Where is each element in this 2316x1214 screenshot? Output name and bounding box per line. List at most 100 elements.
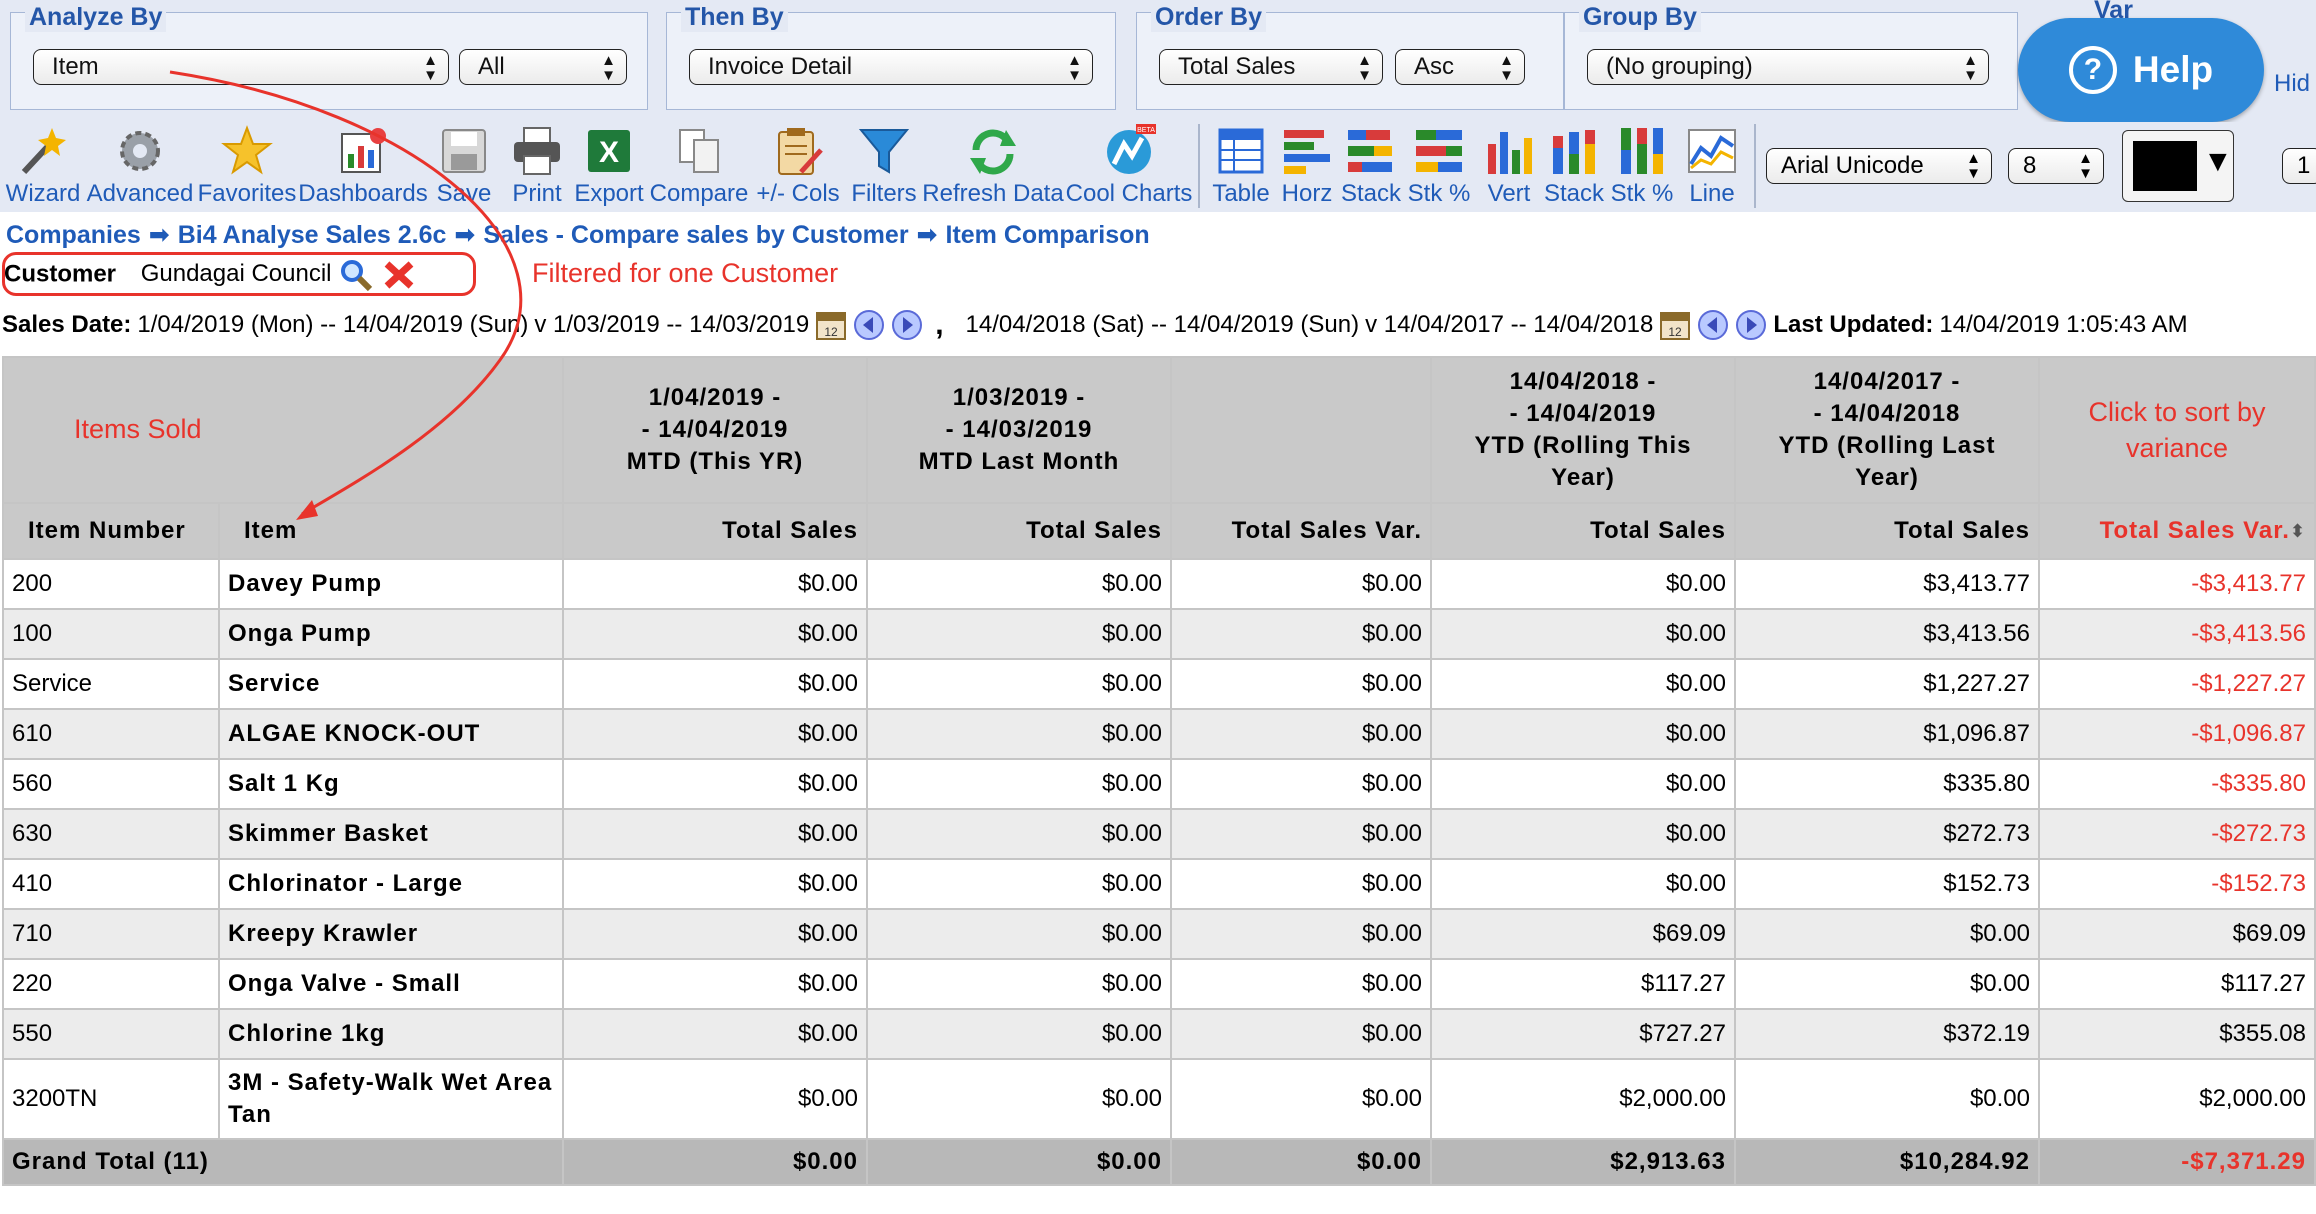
stk-pct-horz-button[interactable]: Stk % xyxy=(1404,122,1474,212)
table-row[interactable]: 560 Salt 1 Kg $0.00 $0.00 $0.00 $0.00 $3… xyxy=(2,758,2316,810)
export-button[interactable]: X Export xyxy=(572,122,646,212)
advanced-button[interactable]: Advanced xyxy=(86,122,194,212)
toolbar-separator xyxy=(1198,124,1200,208)
item-name-cell[interactable]: Onga Pump xyxy=(218,608,564,660)
table-row[interactable]: 610 ALGAE KNOCK-OUT $0.00 $0.00 $0.00 $0… xyxy=(2,708,2316,760)
next-period-icon[interactable] xyxy=(1735,309,1767,341)
close-icon[interactable] xyxy=(381,258,417,292)
sales-cell: $3,413.56 xyxy=(1734,608,2040,660)
sales-comparison-table: Items Sold 1/04/2019 - - 14/04/2019 MTD … xyxy=(2,356,2316,1186)
item-name-cell[interactable]: Service xyxy=(218,658,564,710)
help-button[interactable]: ? Help xyxy=(2018,18,2264,122)
table-row[interactable]: 710 Kreepy Krawler $0.00 $0.00 $0.00 $69… xyxy=(2,908,2316,960)
page-number-box[interactable]: 1 xyxy=(2282,148,2316,184)
table-row[interactable]: 550 Chlorine 1kg $0.00 $0.00 $0.00 $727.… xyxy=(2,1008,2316,1060)
item-name-cell[interactable]: Salt 1 Kg xyxy=(218,758,564,810)
variance-cell: $355.08 xyxy=(2038,1008,2316,1060)
wizard-button[interactable]: Wizard xyxy=(4,122,82,212)
period-line: MTD (This YR) xyxy=(626,448,804,475)
next-period-icon[interactable] xyxy=(891,309,923,341)
filters-button[interactable]: Filters xyxy=(848,122,920,212)
gear-icon xyxy=(120,131,160,171)
line-chart-button[interactable]: Line xyxy=(1678,122,1746,212)
hide-link[interactable]: Hid xyxy=(2274,70,2310,98)
analyze-by-filter-value: All xyxy=(478,53,505,80)
favorites-button[interactable]: Favorites xyxy=(198,122,296,212)
table-row[interactable]: 200 Davey Pump $0.00 $0.00 $0.00 $0.00 $… xyxy=(2,558,2316,610)
col-total-sales-mtd-last[interactable]: Total Sales xyxy=(866,502,1172,560)
table-row[interactable]: 100 Onga Pump $0.00 $0.00 $0.00 $0.00 $3… xyxy=(2,608,2316,660)
table-row[interactable]: 630 Skimmer Basket $0.00 $0.00 $0.00 $0.… xyxy=(2,808,2316,860)
export-label: Export xyxy=(574,180,644,207)
col-total-sales-var1[interactable]: Total Sales Var. xyxy=(1170,502,1432,560)
sales-cell: $0.00 xyxy=(866,658,1172,710)
refresh-data-button[interactable]: Refresh Data xyxy=(922,122,1064,212)
select-arrows-icon: ▲ ▼ xyxy=(1357,52,1372,84)
vert-chart-button[interactable]: Vert xyxy=(1478,122,1540,212)
item-name-cell[interactable]: Chlorinator - Large xyxy=(218,858,564,910)
variance-cell: $117.27 xyxy=(2038,958,2316,1010)
font-size-select[interactable]: 8 ▲ ▼ xyxy=(2008,148,2104,184)
compare-button[interactable]: Compare xyxy=(650,122,748,212)
dashboards-button[interactable]: Dashboards xyxy=(298,122,428,212)
calendar-icon[interactable]: 12 xyxy=(1659,309,1691,341)
col-item-number[interactable]: Item Number xyxy=(2,502,220,560)
sales-cell: $152.73 xyxy=(1734,858,2040,910)
analyze-by-filter-select[interactable]: All ▲ ▼ xyxy=(459,49,627,85)
breadcrumb-bi4[interactable]: Bi4 Analyse Sales 2.6c xyxy=(178,221,447,249)
search-icon[interactable] xyxy=(338,258,374,292)
item-name-cell[interactable]: Onga Valve - Small xyxy=(218,958,564,1010)
item-name-cell[interactable]: Chlorine 1kg xyxy=(218,1008,564,1060)
calendar-icon[interactable]: 12 xyxy=(815,309,847,341)
select-arrows-icon: ▲ ▼ xyxy=(1966,150,1981,182)
table-row[interactable]: Service Service $0.00 $0.00 $0.00 $0.00 … xyxy=(2,658,2316,710)
col-total-sales-mtd-this[interactable]: Total Sales xyxy=(562,502,868,560)
col-total-sales-ytd-last[interactable]: Total Sales xyxy=(1734,502,2040,560)
order-by-select[interactable]: Total Sales ▲ ▼ xyxy=(1159,49,1383,85)
sales-cell: $0.00 xyxy=(1430,608,1736,660)
previous-period-icon[interactable] xyxy=(853,309,885,341)
color-picker[interactable]: ▼ xyxy=(2122,130,2234,202)
breadcrumb-item-comparison[interactable]: Item Comparison xyxy=(946,221,1150,249)
item-name-cell[interactable]: Davey Pump xyxy=(218,558,564,610)
item-name-cell[interactable]: 3M - Safety-Walk Wet Area Tan xyxy=(218,1058,564,1140)
cool-charts-button[interactable]: BETA Cool Charts xyxy=(1066,122,1192,212)
item-name-cell[interactable]: ALGAE KNOCK-OUT xyxy=(218,708,564,760)
previous-period-icon[interactable] xyxy=(1697,309,1729,341)
horz-chart-button[interactable]: Horz xyxy=(1278,122,1336,212)
stack-vert-button[interactable]: Stack xyxy=(1542,122,1606,212)
total-variance-cell: -$7,371.29 xyxy=(2038,1138,2316,1186)
stacked-percent-vertical-icon xyxy=(1621,128,1663,174)
stk-pct-vert-button[interactable]: Stk % xyxy=(1608,122,1676,212)
item-name-cell[interactable]: Skimmer Basket xyxy=(218,808,564,860)
breadcrumb-sales-compare[interactable]: Sales - Compare sales by Customer xyxy=(483,221,908,249)
item-name-cell[interactable]: Kreepy Krawler xyxy=(218,908,564,960)
group-by-select[interactable]: (No grouping) ▲ ▼ xyxy=(1587,49,1989,85)
stack-vert-label: Stack xyxy=(1543,180,1605,207)
save-button[interactable]: Save xyxy=(432,122,496,212)
table-row[interactable]: 220 Onga Valve - Small $0.00 $0.00 $0.00… xyxy=(2,958,2316,1010)
period-header-row: Items Sold 1/04/2019 - - 14/04/2019 MTD … xyxy=(2,356,2316,504)
table-row[interactable]: 410 Chlorinator - Large $0.00 $0.00 $0.0… xyxy=(2,858,2316,910)
beta-badge: BETA xyxy=(1137,127,1155,134)
cols-button[interactable]: +/- Cols xyxy=(752,122,844,212)
sales-cell: $0.00 xyxy=(1430,858,1736,910)
table-view-button[interactable]: Table xyxy=(1206,122,1276,212)
then-by-select[interactable]: Invoice Detail ▲ ▼ xyxy=(689,49,1093,85)
print-button[interactable]: Print xyxy=(506,122,568,212)
table-icon xyxy=(1218,128,1264,174)
font-name-select[interactable]: Arial Unicode ▲ ▼ xyxy=(1766,148,1992,184)
breadcrumb-companies[interactable]: Companies xyxy=(6,221,141,249)
order-direction-select[interactable]: Asc ▲ ▼ xyxy=(1395,49,1525,85)
stack-horz-button[interactable]: Stack xyxy=(1338,122,1404,212)
col-total-sales-var2[interactable]: Total Sales Var.⬍ xyxy=(2038,502,2316,560)
col-total-sales-ytd-this[interactable]: Total Sales xyxy=(1430,502,1736,560)
variance-cell: -$335.80 xyxy=(2038,758,2316,810)
sales-date-label: Sales Date: xyxy=(2,311,132,338)
col-item[interactable]: Item xyxy=(218,502,564,560)
select-arrows-icon: ▲ ▼ xyxy=(2078,150,2093,182)
sales-date-range2: 14/04/2018 (Sat) -- 14/04/2019 (Sun) xyxy=(965,311,1360,338)
table-row[interactable]: 3200TN 3M - Safety-Walk Wet Area Tan $0.… xyxy=(2,1058,2316,1140)
sales-cell: $0.00 xyxy=(562,908,868,960)
analyze-by-select[interactable]: Item ▲ ▼ xyxy=(33,49,449,85)
